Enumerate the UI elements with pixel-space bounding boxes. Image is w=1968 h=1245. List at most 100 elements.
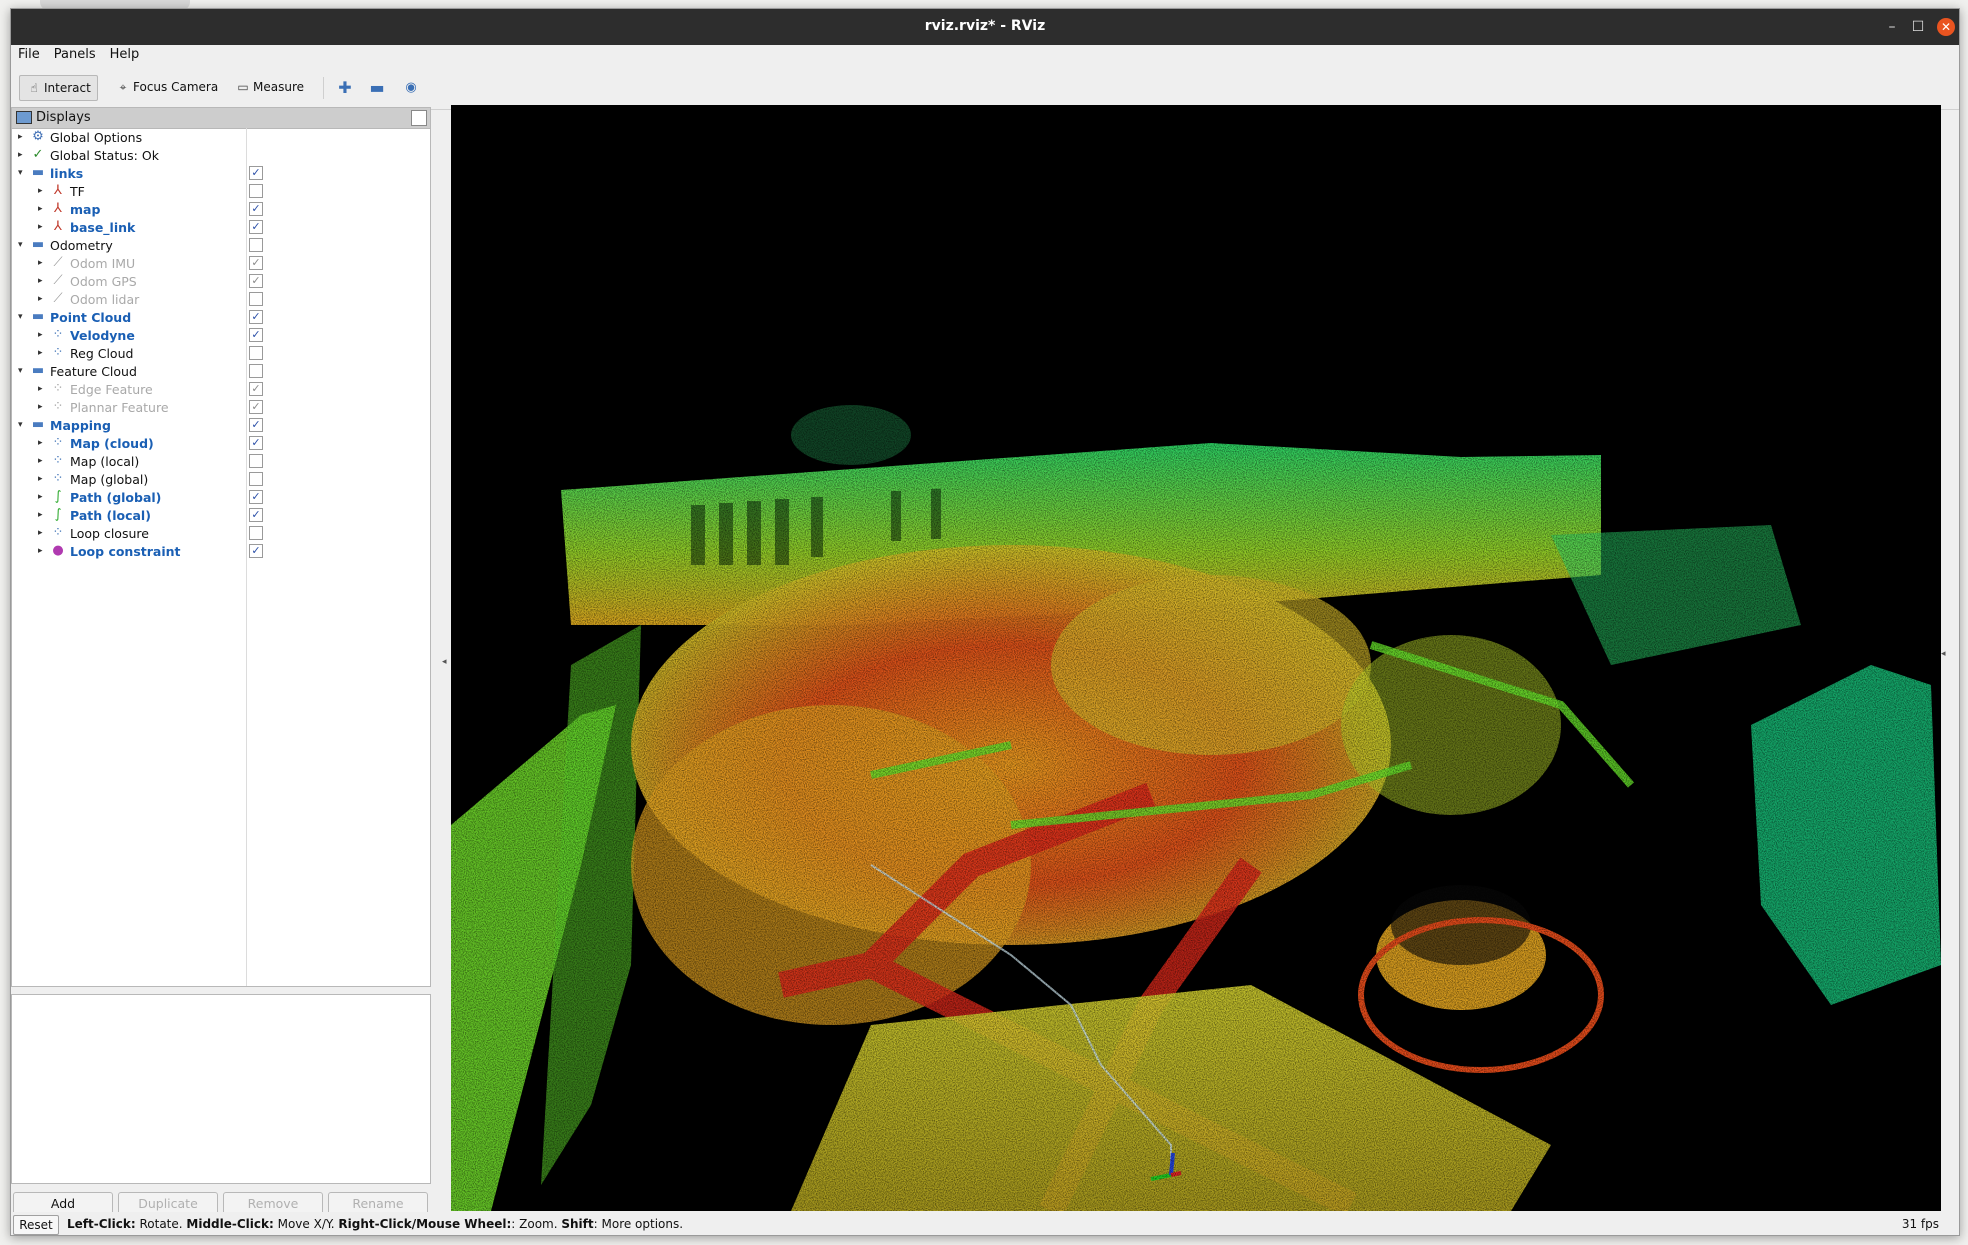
expand-arrow-icon[interactable]: ▸ xyxy=(38,509,48,521)
view-options-eye-icon[interactable]: ◉ xyxy=(401,79,421,99)
display-row[interactable]: ▾ ▬ links ✓ xyxy=(12,164,430,182)
expand-arrow-icon[interactable]: ▸ xyxy=(38,293,48,305)
expand-arrow-icon[interactable]: ▸ xyxy=(38,329,48,341)
hint-text: : More options. xyxy=(593,1217,684,1231)
display-row[interactable]: ▸ ⁘ Reg Cloud xyxy=(12,344,430,362)
enable-checkbox[interactable]: ✓ xyxy=(249,328,263,342)
enable-checkbox[interactable]: ✓ xyxy=(249,544,263,558)
enable-checkbox[interactable]: ✓ xyxy=(249,508,263,522)
display-row[interactable]: ▸ ⟋ Odom IMU ✓ xyxy=(12,254,430,272)
expand-arrow-icon[interactable]: ▸ xyxy=(38,347,48,359)
hint-text: Move X/Y. xyxy=(273,1217,339,1231)
enable-checkbox[interactable]: ✓ xyxy=(249,382,263,396)
expand-arrow-icon[interactable]: ▸ xyxy=(38,401,48,413)
expand-arrow-icon[interactable]: ▸ xyxy=(38,473,48,485)
enable-checkbox[interactable]: ✓ xyxy=(249,418,263,432)
hint-key: Shift xyxy=(561,1217,594,1231)
collapse-arrow-icon[interactable]: ▾ xyxy=(18,311,28,323)
expand-arrow-icon[interactable]: ▸ xyxy=(18,131,28,143)
expand-arrow-icon[interactable]: ▸ xyxy=(38,527,48,539)
display-row[interactable]: ▸ ⁘ Loop closure xyxy=(12,524,430,542)
enable-checkbox[interactable] xyxy=(249,292,263,306)
enable-checkbox[interactable] xyxy=(249,238,263,252)
3d-render-view[interactable] xyxy=(451,105,1941,1211)
display-label: Path (global) xyxy=(70,490,162,505)
enable-checkbox[interactable] xyxy=(249,526,263,540)
display-row[interactable]: ▸ ⟋ Odom GPS ✓ xyxy=(12,272,430,290)
panel-float-button[interactable] xyxy=(411,110,427,126)
display-row[interactable]: ▸ ⁘ Map (global) xyxy=(12,470,430,488)
add-tool-plus-icon[interactable]: ✚ xyxy=(335,79,355,99)
expand-arrow-icon[interactable]: ▸ xyxy=(38,491,48,503)
display-row[interactable]: ▾ ▬ Odometry xyxy=(12,236,430,254)
enable-checkbox[interactable] xyxy=(249,364,263,378)
display-row[interactable]: ▸ ⅄ TF xyxy=(12,182,430,200)
enable-checkbox[interactable]: ✓ xyxy=(249,310,263,324)
display-row[interactable]: ▸ ⟋ Odom lidar xyxy=(12,290,430,308)
enable-checkbox[interactable]: ✓ xyxy=(249,400,263,414)
remove-tool-minus-icon[interactable]: ▬ xyxy=(367,79,387,99)
display-label: Edge Feature xyxy=(70,382,153,397)
enable-checkbox[interactable]: ✓ xyxy=(249,256,263,270)
enable-checkbox[interactable] xyxy=(249,472,263,486)
display-row[interactable]: ▸ ⁘ Velodyne ✓ xyxy=(12,326,430,344)
axes-icon: ⅄ xyxy=(54,183,62,198)
display-row[interactable]: ▸ ⅄ base_link ✓ xyxy=(12,218,430,236)
expand-arrow-icon[interactable]: ▸ xyxy=(38,383,48,395)
enable-checkbox[interactable]: ✓ xyxy=(249,202,263,216)
display-row[interactable]: ▸ ⅄ map ✓ xyxy=(12,200,430,218)
display-label: Odometry xyxy=(50,238,113,253)
display-label: Reg Cloud xyxy=(70,346,134,361)
measure-tool-button[interactable]: ▭ Measure xyxy=(229,75,310,99)
display-row[interactable]: ▾ ▬ Point Cloud ✓ xyxy=(12,308,430,326)
interact-tool-button[interactable]: ☝ Interact xyxy=(19,75,98,101)
enable-checkbox[interactable]: ✓ xyxy=(249,274,263,288)
expand-arrow-icon[interactable]: ▸ xyxy=(38,257,48,269)
enable-checkbox[interactable]: ✓ xyxy=(249,436,263,450)
display-row[interactable]: ▸ ⚙ Global Options xyxy=(12,128,430,146)
crosshair-icon: ⌖ xyxy=(119,80,127,94)
display-label: Odom IMU xyxy=(70,256,136,271)
display-label: Odom GPS xyxy=(70,274,137,289)
display-row[interactable]: ▸ ✓ Global Status: Ok xyxy=(12,146,430,164)
enable-checkbox[interactable] xyxy=(249,184,263,198)
collapse-arrow-icon[interactable]: ▾ xyxy=(18,239,28,251)
menu-help[interactable]: Help xyxy=(103,45,147,64)
pointcloud-icon: ⁘ xyxy=(52,399,64,414)
collapse-arrow-icon[interactable]: ▾ xyxy=(18,167,28,179)
display-row[interactable]: ▸ ⁘ Edge Feature ✓ xyxy=(12,380,430,398)
ruler-icon: ▭ xyxy=(237,80,249,94)
display-row[interactable]: ▾ ▬ Feature Cloud xyxy=(12,362,430,380)
collapse-arrow-icon[interactable]: ▾ xyxy=(18,419,28,431)
focus-camera-label: Focus Camera xyxy=(133,80,219,94)
close-button[interactable]: ✕ xyxy=(1937,18,1955,36)
expand-arrow-icon[interactable]: ▸ xyxy=(38,221,48,233)
menu-panels[interactable]: Panels xyxy=(47,45,103,64)
display-row[interactable]: ▸ ⁘ Plannar Feature ✓ xyxy=(12,398,430,416)
reset-button[interactable]: Reset xyxy=(13,1215,59,1235)
display-row[interactable]: ▸ ● Loop constraint ✓ xyxy=(12,542,430,560)
collapse-right-icon[interactable]: ◂ xyxy=(1941,649,1946,659)
expand-arrow-icon[interactable]: ▸ xyxy=(38,455,48,467)
enable-checkbox[interactable]: ✓ xyxy=(249,220,263,234)
enable-checkbox[interactable] xyxy=(249,346,263,360)
display-row[interactable]: ▸ ∫ Path (local) ✓ xyxy=(12,506,430,524)
maximize-button[interactable]: ☐ xyxy=(1909,18,1927,36)
display-row[interactable]: ▸ ⁘ Map (cloud) ✓ xyxy=(12,434,430,452)
expand-arrow-icon[interactable]: ▸ xyxy=(38,275,48,287)
expand-arrow-icon[interactable]: ▸ xyxy=(18,149,28,161)
menu-file[interactable]: File xyxy=(11,45,47,64)
expand-arrow-icon[interactable]: ▸ xyxy=(38,185,48,197)
display-row[interactable]: ▸ ∫ Path (global) ✓ xyxy=(12,488,430,506)
expand-arrow-icon[interactable]: ▸ xyxy=(38,437,48,449)
collapse-arrow-icon[interactable]: ▾ xyxy=(18,365,28,377)
display-row[interactable]: ▾ ▬ Mapping ✓ xyxy=(12,416,430,434)
enable-checkbox[interactable]: ✓ xyxy=(249,490,263,504)
focus-camera-tool-button[interactable]: ⌖ Focus Camera xyxy=(109,75,224,99)
expand-arrow-icon[interactable]: ▸ xyxy=(38,203,48,215)
display-row[interactable]: ▸ ⁘ Map (local) xyxy=(12,452,430,470)
enable-checkbox[interactable]: ✓ xyxy=(249,166,263,180)
enable-checkbox[interactable] xyxy=(249,454,263,468)
minimize-button[interactable]: – xyxy=(1883,18,1901,36)
expand-arrow-icon[interactable]: ▸ xyxy=(38,545,48,557)
